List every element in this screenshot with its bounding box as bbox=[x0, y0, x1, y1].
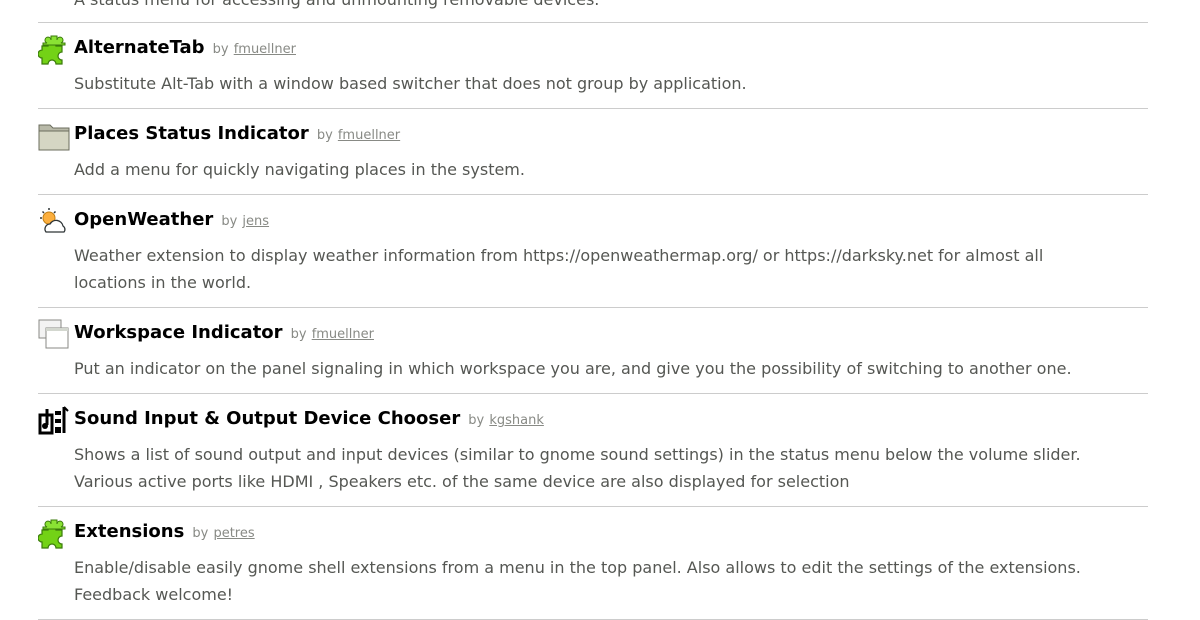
extension-description: Put an indicator on the panel signaling … bbox=[74, 359, 1072, 378]
author-link[interactable]: fmuellner bbox=[312, 327, 374, 342]
puzzle-icon bbox=[38, 35, 66, 65]
author-link[interactable]: kgshank bbox=[489, 413, 544, 428]
by-label: by bbox=[192, 526, 209, 541]
list-item: A status menu for accessing and unmounti… bbox=[38, 0, 1148, 23]
extension-description: Weather extension to display weather inf… bbox=[74, 246, 1044, 292]
extension-name-link[interactable]: Workspace Indicator bbox=[74, 322, 283, 343]
author-link[interactable]: jens bbox=[242, 214, 269, 229]
by-label: by bbox=[316, 128, 333, 143]
workspace-icon bbox=[38, 319, 69, 349]
extension-name-link[interactable]: Places Status Indicator bbox=[74, 123, 309, 144]
author-link[interactable]: fmuellner bbox=[338, 128, 400, 143]
list-item: OpenWeather by jens Weather extension to… bbox=[38, 195, 1148, 308]
by-label: by bbox=[221, 214, 238, 229]
list-item: Workspace Indicator by fmuellner Put an … bbox=[38, 308, 1148, 394]
extensions-list: A status menu for accessing and unmounti… bbox=[38, 0, 1148, 620]
list-item: AlternateTab by fmuellner Substitute Alt… bbox=[38, 23, 1148, 109]
list-item: Sound Input & Output Device Chooser by k… bbox=[38, 394, 1148, 507]
extension-description: A status menu for accessing and unmounti… bbox=[74, 0, 599, 13]
extension-name-link[interactable]: Sound Input & Output Device Chooser bbox=[74, 408, 460, 429]
by-label: by bbox=[468, 413, 485, 428]
sound-device-icon bbox=[38, 406, 69, 435]
extension-name-link[interactable]: OpenWeather bbox=[74, 209, 213, 230]
by-label: by bbox=[290, 327, 307, 342]
weather-icon bbox=[40, 208, 66, 233]
author-link[interactable]: petres bbox=[213, 526, 254, 541]
extension-description: Shows a list of sound output and input d… bbox=[74, 445, 1081, 491]
folder-icon bbox=[38, 124, 70, 151]
author-link[interactable]: fmuellner bbox=[234, 42, 296, 57]
extension-name-link[interactable]: Extensions bbox=[74, 521, 184, 542]
extension-description: Substitute Alt-Tab with a window based s… bbox=[74, 74, 747, 93]
list-item: Places Status Indicator by fmuellner Add… bbox=[38, 109, 1148, 195]
extension-name-link[interactable]: AlternateTab bbox=[74, 37, 205, 58]
by-label: by bbox=[212, 42, 229, 57]
extension-description: Add a menu for quickly navigating places… bbox=[74, 160, 525, 179]
puzzle-icon bbox=[38, 519, 66, 549]
list-item: Extensions by petres Enable/disable easi… bbox=[38, 507, 1148, 620]
